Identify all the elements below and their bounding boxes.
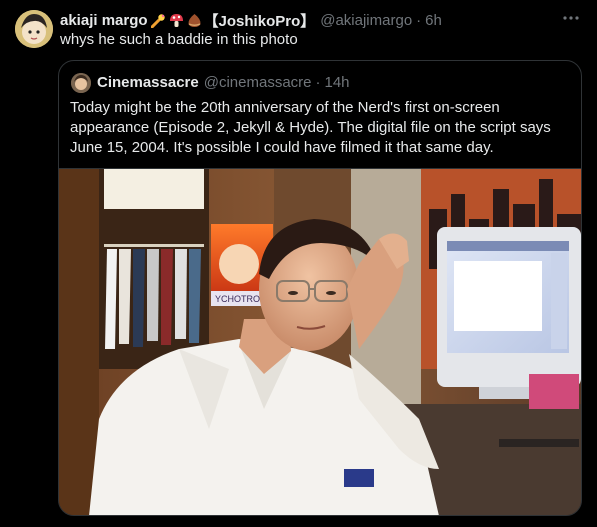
post-header: akiaji margo 【JoshikoPro】 @akiajimargo ·…: [60, 10, 442, 30]
comet-icon: [150, 13, 166, 28]
display-name[interactable]: akiaji margo: [60, 12, 148, 29]
quoted-user-handle[interactable]: @cinemassacre: [204, 74, 312, 91]
quoted-post-text: Today might be the 20th anniversary of t…: [70, 99, 551, 156]
quoted-post[interactable]: Cinemassacre @cinemassacre · 14h Today m…: [58, 60, 582, 516]
poster-text: YCHOTROP: [215, 294, 266, 304]
quoted-post-time[interactable]: 14h: [325, 74, 350, 91]
display-name-suffix: 【JoshikoPro】: [203, 12, 316, 30]
separator-dot: ·: [315, 73, 321, 91]
mushroom-icon: [169, 13, 184, 28]
quoted-avatar[interactable]: [71, 73, 91, 93]
post-time[interactable]: 6h: [425, 12, 442, 29]
tweet[interactable]: akiaji margo 【JoshikoPro】 @akiajimargo ·…: [0, 0, 597, 527]
avatar[interactable]: [15, 10, 53, 48]
quoted-post-photo[interactable]: YCHOTROP: [59, 168, 581, 515]
user-handle[interactable]: @akiajimargo: [320, 12, 412, 29]
more-horizontal-icon[interactable]: [559, 8, 583, 28]
quoted-post-header: Cinemassacre @cinemassacre · 14h: [97, 72, 350, 92]
quoted-display-name[interactable]: Cinemassacre: [97, 74, 199, 91]
chestnut-icon: [187, 13, 202, 28]
post-text: whys he such a baddie in this photo: [60, 31, 298, 48]
separator-dot: ·: [416, 11, 422, 29]
